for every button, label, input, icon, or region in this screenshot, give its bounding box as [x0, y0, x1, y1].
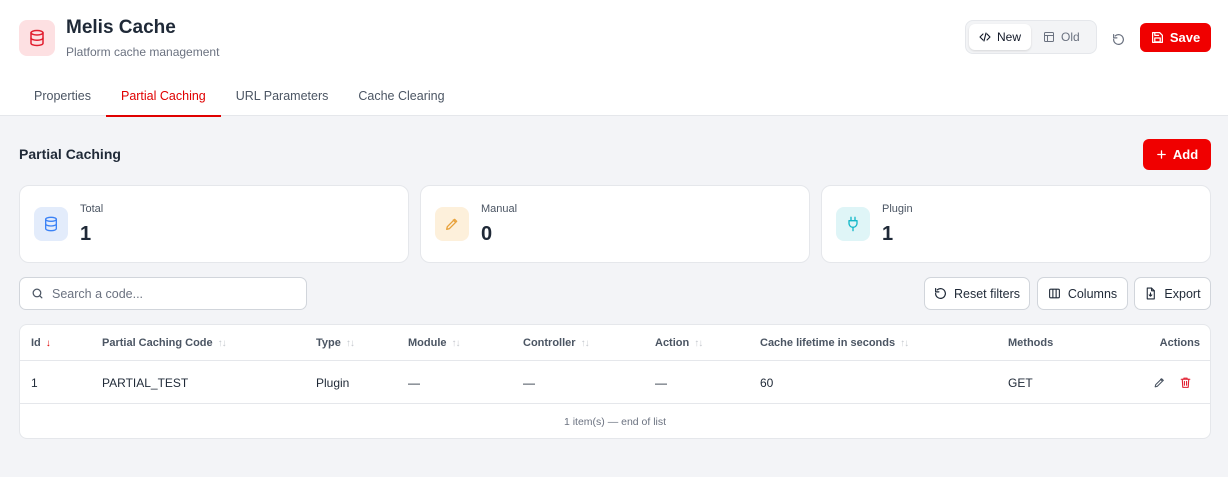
add-button[interactable]: Add	[1143, 139, 1211, 170]
add-label: Add	[1172, 147, 1199, 162]
stat-value: 1	[882, 223, 894, 245]
reset-filters-label: Reset filters	[954, 286, 1020, 301]
column-label: Controller	[523, 337, 576, 349]
column-header-controller[interactable]: Controller ↑↓	[523, 325, 590, 361]
switch-new-ui[interactable]: New	[969, 24, 1032, 50]
column-label: Type	[316, 337, 341, 349]
column-label: Id	[31, 337, 41, 349]
app-logo	[19, 20, 55, 56]
column-label: Methods	[1008, 337, 1054, 349]
tab-partial-caching[interactable]: Partial Caching	[105, 75, 221, 117]
cell-module: —	[408, 375, 420, 390]
columns-button[interactable]: Columns	[1037, 277, 1128, 310]
code-icon	[979, 32, 991, 42]
cell-controller: —	[523, 375, 535, 390]
stat-card-manual: Manual 0	[420, 185, 810, 263]
ui-version-switch: New Old	[965, 20, 1097, 54]
column-header-methods: Methods	[1008, 325, 1053, 361]
reset-filters-button[interactable]: Reset filters	[924, 277, 1030, 310]
refresh-button[interactable]	[1106, 27, 1130, 51]
column-header-module[interactable]: Module ↑↓	[408, 325, 461, 361]
cell-action: —	[655, 375, 667, 390]
column-header-type[interactable]: Type ↑↓	[316, 325, 355, 361]
sort-icon: ↑↓	[345, 337, 355, 349]
pencil-icon	[446, 218, 458, 230]
cell-type: Plugin	[316, 375, 350, 390]
tab-label: Properties	[34, 88, 91, 103]
plug-icon	[848, 216, 858, 232]
database-icon	[45, 216, 57, 232]
stat-label: Total	[80, 203, 104, 215]
stat-card-total: Total 1	[19, 185, 409, 263]
sort-desc-icon: ↓	[45, 337, 51, 349]
top-bar: Melis Cache Platform cache management Ne…	[0, 0, 1228, 117]
sort-icon: ↑↓	[694, 337, 703, 349]
stat-icon-wrap	[836, 207, 870, 241]
app-title: Melis Cache	[66, 17, 176, 38]
stat-icon-wrap	[435, 207, 469, 241]
columns-icon	[1048, 288, 1060, 299]
column-header-id[interactable]: Id ↓	[31, 325, 51, 361]
column-header-code[interactable]: Partial Caching Code ↑↓	[102, 325, 227, 361]
tab-url-parameters[interactable]: URL Parameters	[221, 75, 344, 116]
table-header: Id ↓ Partial Caching Code ↑↓ Type ↑↓ Mod…	[20, 325, 1210, 361]
column-label: Actions	[1159, 337, 1200, 349]
section-title: Partial Caching	[19, 146, 121, 162]
column-label: Cache lifetime in seconds	[760, 337, 896, 349]
stat-value: 1	[80, 223, 92, 245]
sort-icon: ↑↓	[217, 337, 227, 349]
tab-properties[interactable]: Properties	[19, 75, 106, 116]
data-table: Id ↓ Partial Caching Code ↑↓ Type ↑↓ Mod…	[19, 324, 1211, 439]
tab-label: URL Parameters	[235, 88, 329, 103]
sort-icon: ↑↓	[900, 337, 909, 349]
sort-icon: ↑↓	[580, 337, 590, 349]
stat-label: Manual	[481, 203, 518, 215]
table-footer: 1 item(s) — end of list	[563, 416, 667, 428]
refresh-icon	[1112, 33, 1124, 45]
plus-icon	[1157, 150, 1166, 159]
stat-card-plugin: Plugin 1	[821, 185, 1211, 263]
tab-label: Partial Caching	[120, 88, 206, 103]
edit-button[interactable]	[1148, 372, 1170, 394]
save-button[interactable]: Save	[1140, 23, 1211, 52]
search-input[interactable]	[52, 286, 292, 301]
search-box	[19, 277, 307, 310]
export-file-icon	[1147, 287, 1156, 300]
columns-label: Columns	[1067, 286, 1118, 301]
tab-cache-clearing[interactable]: Cache Clearing	[343, 75, 459, 116]
trash-icon	[1180, 377, 1190, 388]
cell-id: 1	[31, 375, 38, 390]
switch-old-label: Old	[1061, 30, 1080, 44]
search-icon	[32, 288, 43, 299]
delete-button[interactable]	[1174, 372, 1196, 394]
stat-icon-wrap	[34, 207, 68, 241]
column-label: Partial Caching Code	[102, 337, 213, 349]
export-button[interactable]: Export	[1134, 277, 1211, 310]
app-subtitle: Platform cache management	[66, 45, 220, 59]
cell-code: PARTIAL_TEST	[102, 375, 189, 390]
column-header-action[interactable]: Action ↑↓	[655, 325, 703, 361]
switch-old-ui[interactable]: Old	[1033, 24, 1090, 50]
layout-icon	[1044, 32, 1055, 42]
table-row: 1 PARTIAL_TEST Plugin — — — 60 GET	[20, 361, 1210, 404]
column-label: Module	[408, 337, 447, 349]
pencil-icon	[1154, 378, 1164, 388]
column-label: Action	[655, 337, 690, 349]
stat-label: Plugin	[882, 203, 913, 215]
save-label: Save	[1169, 30, 1201, 45]
save-icon	[1151, 32, 1163, 43]
export-label: Export	[1164, 286, 1201, 301]
database-icon	[30, 29, 44, 47]
cell-actions	[1148, 361, 1196, 404]
cell-methods: GET	[1008, 375, 1033, 390]
stat-value: 0	[481, 223, 493, 245]
column-header-actions: Actions	[1160, 325, 1200, 361]
sort-icon: ↑↓	[451, 337, 461, 349]
tab-label: Cache Clearing	[358, 88, 445, 103]
reset-icon	[935, 288, 946, 299]
cell-lifetime: 60	[760, 375, 774, 390]
column-header-lifetime[interactable]: Cache lifetime in seconds ↑↓	[760, 325, 909, 361]
switch-new-label: New	[997, 30, 1022, 44]
tab-bar: Properties Partial Caching URL Parameter…	[19, 75, 460, 117]
